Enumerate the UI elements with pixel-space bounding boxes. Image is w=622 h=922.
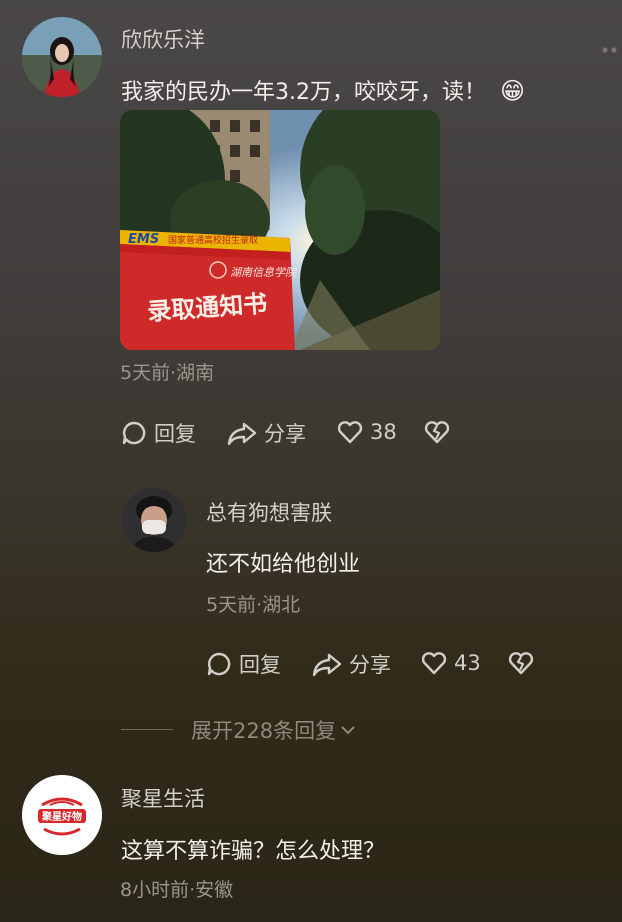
reply-icon <box>122 421 146 445</box>
comment-meta: 8小时前·安徽 <box>120 879 234 901</box>
dislike-icon <box>508 652 534 675</box>
grin-emoji: 😁 <box>500 77 526 105</box>
comment-photo[interactable]: EMS 国家普通高校招生录取 湖南信息学院 录取通知书 <box>120 110 440 350</box>
avatar-juxingshenghuo[interactable]: 聚星好物 <box>22 775 102 855</box>
avatar-image <box>22 17 102 97</box>
comment-author[interactable]: 欣欣乐洋 <box>121 24 205 54</box>
brand-logo: 聚星好物 <box>22 775 102 855</box>
reply-button[interactable]: 回复 <box>120 418 196 448</box>
like-button[interactable]: 38 <box>336 418 397 446</box>
banner-top-text: 国家普通高校招生录取 <box>168 234 258 246</box>
share-button[interactable]: 分享 <box>311 649 391 679</box>
like-count: 38 <box>370 420 397 444</box>
like-button[interactable]: 43 <box>420 649 481 677</box>
reply-button[interactable]: 回复 <box>205 649 281 679</box>
comment-text-body: 我家的民办一年3.2万，咬咬牙，读！ <box>121 80 486 105</box>
dislike-button[interactable] <box>423 418 451 446</box>
like-count: 43 <box>454 651 481 675</box>
share-label: 分享 <box>264 422 306 446</box>
dislike-icon <box>424 421 450 444</box>
comment-author[interactable]: 聚星生活 <box>121 783 205 813</box>
expand-replies-label: 展开228条回复 <box>191 719 337 743</box>
school-name-text: 湖南信息学院 <box>230 266 298 279</box>
reply-label: 回复 <box>239 653 281 677</box>
comment-text: 我家的民办一年3.2万，咬咬牙，读！ 😁 <box>121 74 525 106</box>
share-icon <box>227 422 257 446</box>
avatar-image <box>122 488 186 552</box>
expand-divider-line <box>121 729 173 730</box>
reply-label: 回复 <box>154 422 196 446</box>
avatar-zongyougou[interactable] <box>122 488 186 552</box>
chevron-down-icon <box>341 726 355 735</box>
comment-author[interactable]: 总有狗想害朕 <box>206 497 332 527</box>
like-icon <box>337 421 363 444</box>
comment-text: 这算不算诈骗？怎么处理？ <box>121 839 386 864</box>
share-icon <box>312 653 342 677</box>
comment-text: 还不如给他创业 <box>206 552 361 577</box>
ems-logo-text: EMS <box>128 232 159 247</box>
expand-replies-button[interactable]: 展开228条回复 <box>191 715 358 745</box>
reply-icon <box>207 652 231 676</box>
comment-meta: 5天前·湖北 <box>206 594 301 616</box>
admission-letter-photo: EMS 国家普通高校招生录取 湖南信息学院 录取通知书 <box>120 110 440 350</box>
more-icon[interactable] <box>600 40 620 53</box>
brand-logo-text: 聚星好物 <box>41 810 82 823</box>
comment-meta: 5天前·湖南 <box>120 362 215 384</box>
like-icon <box>421 652 447 675</box>
dislike-button[interactable] <box>507 649 535 677</box>
avatar-xinxinleyang[interactable] <box>22 17 102 97</box>
share-label: 分享 <box>349 653 391 677</box>
share-button[interactable]: 分享 <box>226 418 306 448</box>
